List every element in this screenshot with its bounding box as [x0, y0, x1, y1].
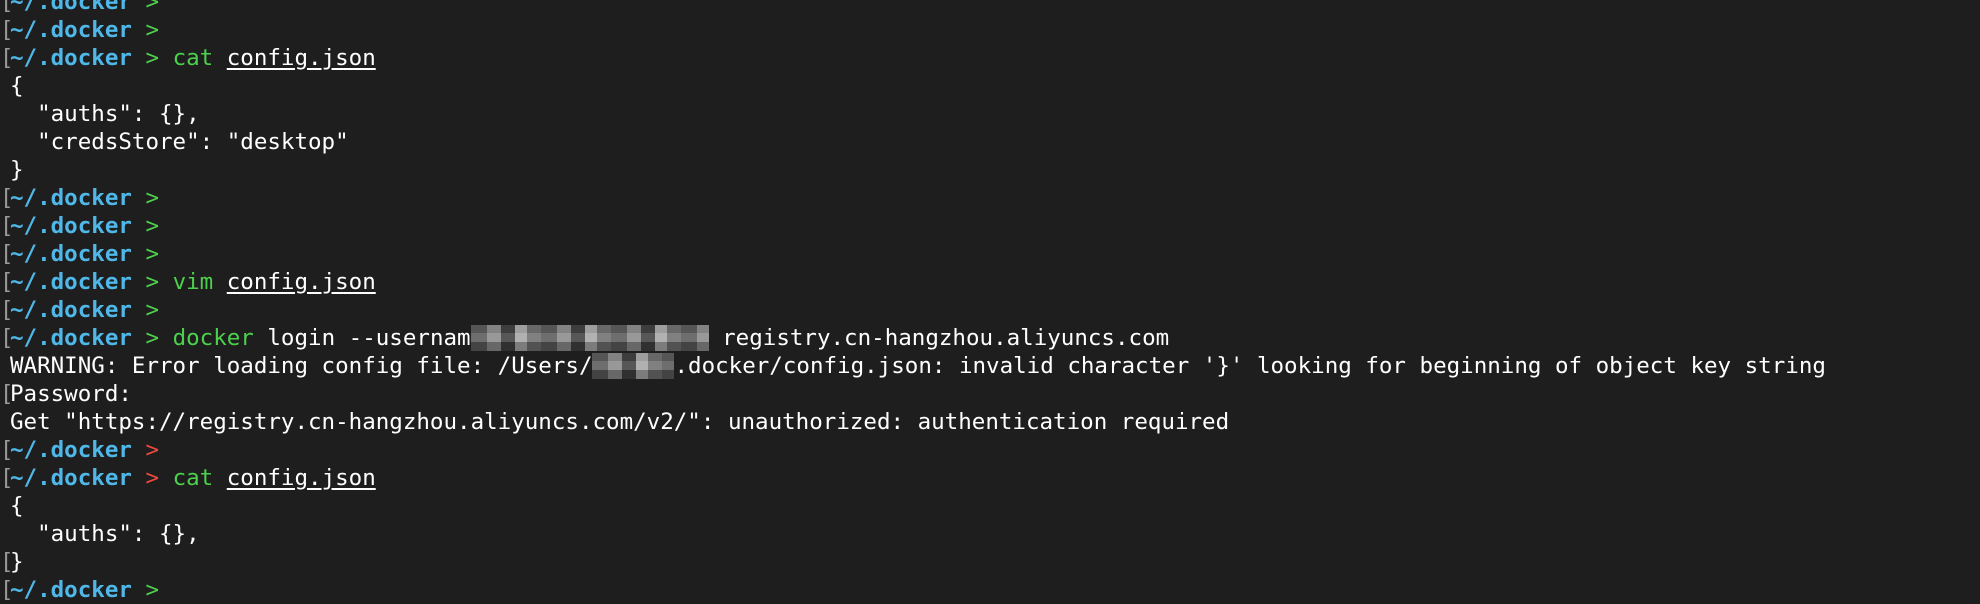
prompt-line: [~/.docker >	[0, 436, 1980, 464]
prompt-arrow: >	[145, 213, 160, 239]
line-bracket: [	[0, 185, 14, 211]
warning-text-end: .docker/config.json: invalid character '…	[674, 353, 1826, 379]
prompt-path: ~/.docker	[10, 297, 132, 323]
warning-text-start: WARNING: Error loading config file: /Use…	[10, 353, 593, 379]
prompt-path: ~/.docker	[10, 465, 132, 491]
command-argument: config.json	[226, 45, 376, 71]
line-bracket: [	[0, 269, 14, 295]
prompt-path: ~/.docker	[10, 185, 132, 211]
output-text: {	[10, 73, 24, 99]
line-bracket: [	[0, 17, 14, 43]
prompt-line: [~/.docker >	[0, 576, 1980, 604]
output-line: [}	[0, 548, 1980, 576]
command-name: vim	[172, 269, 214, 295]
warning-line: WARNING: Error loading config file: /Use…	[0, 352, 1980, 380]
command-argument: config.json	[226, 465, 376, 491]
prompt-path: ~/.docker	[10, 0, 132, 15]
output-text: "auths": {},	[10, 101, 200, 127]
prompt-arrow: >	[145, 577, 160, 603]
prompt-line: [~/.docker > cat config.json	[0, 44, 1980, 72]
prompt-line: [~/.docker >	[0, 240, 1980, 268]
prompt-path: ~/.docker	[10, 45, 132, 71]
prompt-path: ~/.docker	[10, 325, 132, 351]
prompt-line: [~/.docker >	[0, 212, 1980, 240]
output-line: "auths": {},	[0, 100, 1980, 128]
prompt-line: [~/.docker > docker login --usernam regi…	[0, 324, 1980, 352]
line-bracket: [	[0, 213, 14, 239]
output-line: {	[0, 72, 1980, 100]
output-line: [Password:	[0, 380, 1980, 408]
output-text: "auths": {},	[10, 521, 200, 547]
line-bracket: [	[0, 45, 14, 71]
command-argument: config.json	[226, 269, 376, 295]
prompt-arrow: >	[145, 0, 160, 15]
prompt-arrow: >	[145, 241, 160, 267]
redacted-user-dir	[592, 353, 675, 379]
prompt-arrow: >	[145, 325, 160, 351]
prompt-line: [~/.docker > vim config.json	[0, 268, 1980, 296]
output-line: Get "https://registry.cn-hangzhou.aliyun…	[0, 408, 1980, 436]
prompt-line: [~/.docker >	[0, 0, 1980, 16]
prompt-line: [~/.docker >	[0, 16, 1980, 44]
line-bracket: [	[0, 381, 14, 407]
output-line: {	[0, 492, 1980, 520]
line-bracket: [	[0, 577, 14, 603]
prompt-path: ~/.docker	[10, 241, 132, 267]
prompt-path: ~/.docker	[10, 269, 132, 295]
prompt-line: [~/.docker >	[0, 296, 1980, 324]
terminal-output[interactable]: [~/.docker > [~/.docker > [~/.docker > cat…	[0, 0, 1980, 604]
prompt-path: ~/.docker	[10, 577, 132, 603]
output-text: {	[10, 493, 24, 519]
line-bracket: [	[0, 297, 14, 323]
line-bracket: [	[0, 465, 14, 491]
line-bracket: [	[0, 437, 14, 463]
prompt-arrow: >	[145, 17, 160, 43]
prompt-arrow: >	[145, 297, 160, 323]
prompt-line: [~/.docker > cat config.json	[0, 464, 1980, 492]
command-name: cat	[172, 45, 214, 71]
prompt-line: [~/.docker >	[0, 184, 1980, 212]
output-text: Password:	[10, 381, 132, 407]
output-text: "credsStore": "desktop"	[10, 129, 349, 155]
output-line: "credsStore": "desktop"	[0, 128, 1980, 156]
prompt-path: ~/.docker	[10, 213, 132, 239]
output-text: }	[10, 549, 24, 575]
prompt-path: ~/.docker	[10, 437, 132, 463]
prompt-arrow: >	[145, 269, 160, 295]
output-line: "auths": {},	[0, 520, 1980, 548]
line-bracket: [	[0, 241, 14, 267]
prompt-arrow: >	[145, 465, 160, 491]
prompt-arrow: >	[145, 45, 160, 71]
output-line: }	[0, 156, 1980, 184]
line-bracket: [	[0, 325, 14, 351]
output-text: }	[10, 157, 24, 183]
prompt-arrow: >	[145, 185, 160, 211]
prompt-path: ~/.docker	[10, 17, 132, 43]
output-text: Get "https://registry.cn-hangzhou.aliyun…	[10, 409, 1230, 435]
redacted-username	[470, 325, 709, 351]
command-name: cat	[172, 465, 214, 491]
line-bracket: [	[0, 549, 14, 575]
prompt-arrow: >	[145, 437, 160, 463]
line-bracket: [	[0, 0, 14, 15]
command-name: docker	[172, 325, 254, 351]
command-args-registry: registry.cn-hangzhou.aliyuncs.com	[708, 325, 1170, 351]
command-args: login --usernam	[253, 325, 471, 351]
